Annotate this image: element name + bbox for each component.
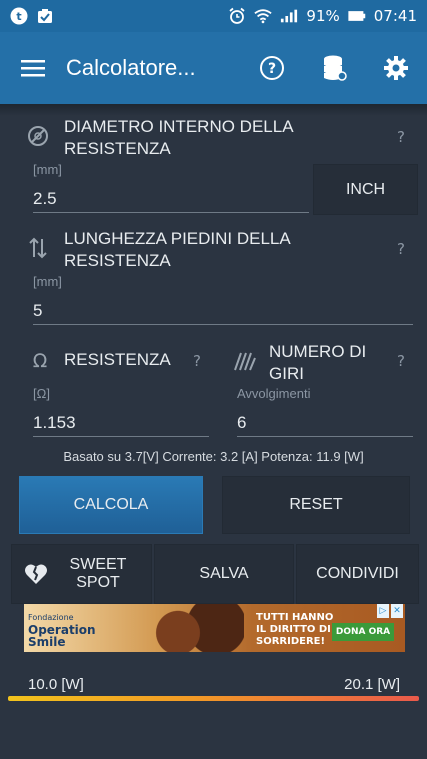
help-icon: ? (260, 56, 284, 80)
resistance-unit: [Ω] (33, 386, 50, 401)
ad-choices[interactable]: ▷ ✕ (377, 604, 403, 618)
ad-sponsor-name: Operation Smile (28, 623, 96, 649)
ad-banner[interactable]: Fondazione Operation Smile TUTTI HANNO I… (24, 604, 405, 652)
vertical-arrows-icon (29, 237, 47, 259)
resistance-underline (33, 436, 209, 437)
resistance-label: RESISTENZA (64, 350, 171, 369)
calcola-button[interactable]: CALCOLA (19, 476, 203, 534)
salva-button[interactable]: SALVA (154, 544, 294, 604)
broken-heart-icon (25, 564, 47, 584)
database-icon (324, 55, 347, 81)
leg-length-unit: [mm] (33, 274, 62, 289)
result-info: Basato su 3.7[V] Corrente: 3.2 [A] Poten… (63, 449, 364, 464)
diameter-label: DIAMETRO INTERNO DELLA RESISTENZA (64, 117, 293, 158)
ad-image (134, 604, 244, 652)
resistance-label-row: Ω RESISTENZA (30, 349, 171, 371)
condividi-button[interactable]: CONDIVIDI (296, 544, 419, 604)
hamburger-icon (21, 60, 45, 77)
help-button[interactable]: ? (241, 32, 303, 104)
wifi-icon (254, 7, 273, 25)
app-bar: Calcolatore... ? (0, 32, 427, 104)
diameter-input[interactable]: 2.5 (33, 189, 57, 209)
turns-help[interactable]: ? (397, 352, 405, 370)
scale-max-label: 20.1 [W] (344, 676, 400, 693)
ad-sponsor-logo: Fondazione Operation Smile (28, 612, 120, 648)
battery-icon (348, 7, 366, 25)
ad-headline-line3: SORRIDERE! (256, 636, 326, 647)
task-notification-icon (36, 7, 54, 25)
power-scale-bar (8, 696, 419, 701)
alarm-icon (228, 7, 246, 25)
reset-button[interactable]: RESET (222, 476, 410, 534)
ad-cta-button[interactable]: DONA ORA (332, 623, 394, 641)
app-bar-shadow (0, 104, 427, 116)
ad-headline: TUTTI HANNO IL DIRITTO DI SORRIDERE! (256, 612, 333, 648)
svg-text:Ω: Ω (33, 350, 48, 371)
ohm-icon: Ω (33, 350, 48, 371)
leg-length-label: LUNGHEZZA PIEDINI DELLA RESISTENZA (64, 229, 290, 270)
tumblr-notification-icon: t (10, 7, 28, 25)
database-button[interactable] (303, 32, 365, 104)
battery-percent: 91% (306, 7, 340, 25)
leg-length-label-row: LUNGHEZZA PIEDINI DELLA RESISTENZA (26, 228, 324, 272)
turns-label: NUMERO DI GIRI (269, 342, 367, 383)
svg-text:t: t (16, 10, 21, 23)
inch-toggle-button[interactable]: INCH (313, 164, 418, 215)
turns-underline (237, 436, 413, 437)
signal-icon (280, 7, 298, 25)
diameter-help[interactable]: ? (397, 128, 405, 146)
diameter-label-row: DIAMETRO INTERNO DELLA RESISTENZA (26, 116, 324, 160)
diameter-icon (28, 126, 48, 146)
page-title: Calcolatore... (66, 55, 196, 80)
clock: 07:41 (373, 7, 417, 25)
menu-button[interactable] (0, 32, 66, 104)
turns-input[interactable]: 6 (237, 413, 246, 433)
leg-length-input[interactable]: 5 (33, 301, 42, 321)
ad-headline-line1: TUTTI HANNO (256, 612, 334, 623)
resistance-help[interactable]: ? (193, 352, 201, 370)
ad-close-icon[interactable]: ✕ (391, 604, 403, 618)
gear-icon (384, 56, 408, 80)
settings-button[interactable] (365, 32, 427, 104)
sweet-spot-label: SWEET SPOT (69, 556, 127, 591)
leg-length-help[interactable]: ? (397, 240, 405, 258)
diameter-underline (33, 212, 309, 213)
ad-choices-icon: ▷ (377, 604, 389, 618)
svg-text:?: ? (268, 61, 276, 77)
sweet-spot-button[interactable]: SWEET SPOT (11, 544, 152, 604)
resistance-input[interactable]: 1.153 (33, 413, 76, 433)
ad-headline-line2: IL DIRITTO DI (256, 624, 331, 635)
scale-min-label: 10.0 [W] (28, 676, 84, 693)
coil-icon (234, 352, 256, 371)
status-bar: t 91% 07:41 (0, 0, 427, 32)
turns-unit: Avvolgimenti (237, 386, 311, 401)
leg-length-underline (33, 324, 413, 325)
turns-label-row: NUMERO DI GIRI (233, 341, 379, 385)
diameter-unit: [mm] (33, 162, 62, 177)
